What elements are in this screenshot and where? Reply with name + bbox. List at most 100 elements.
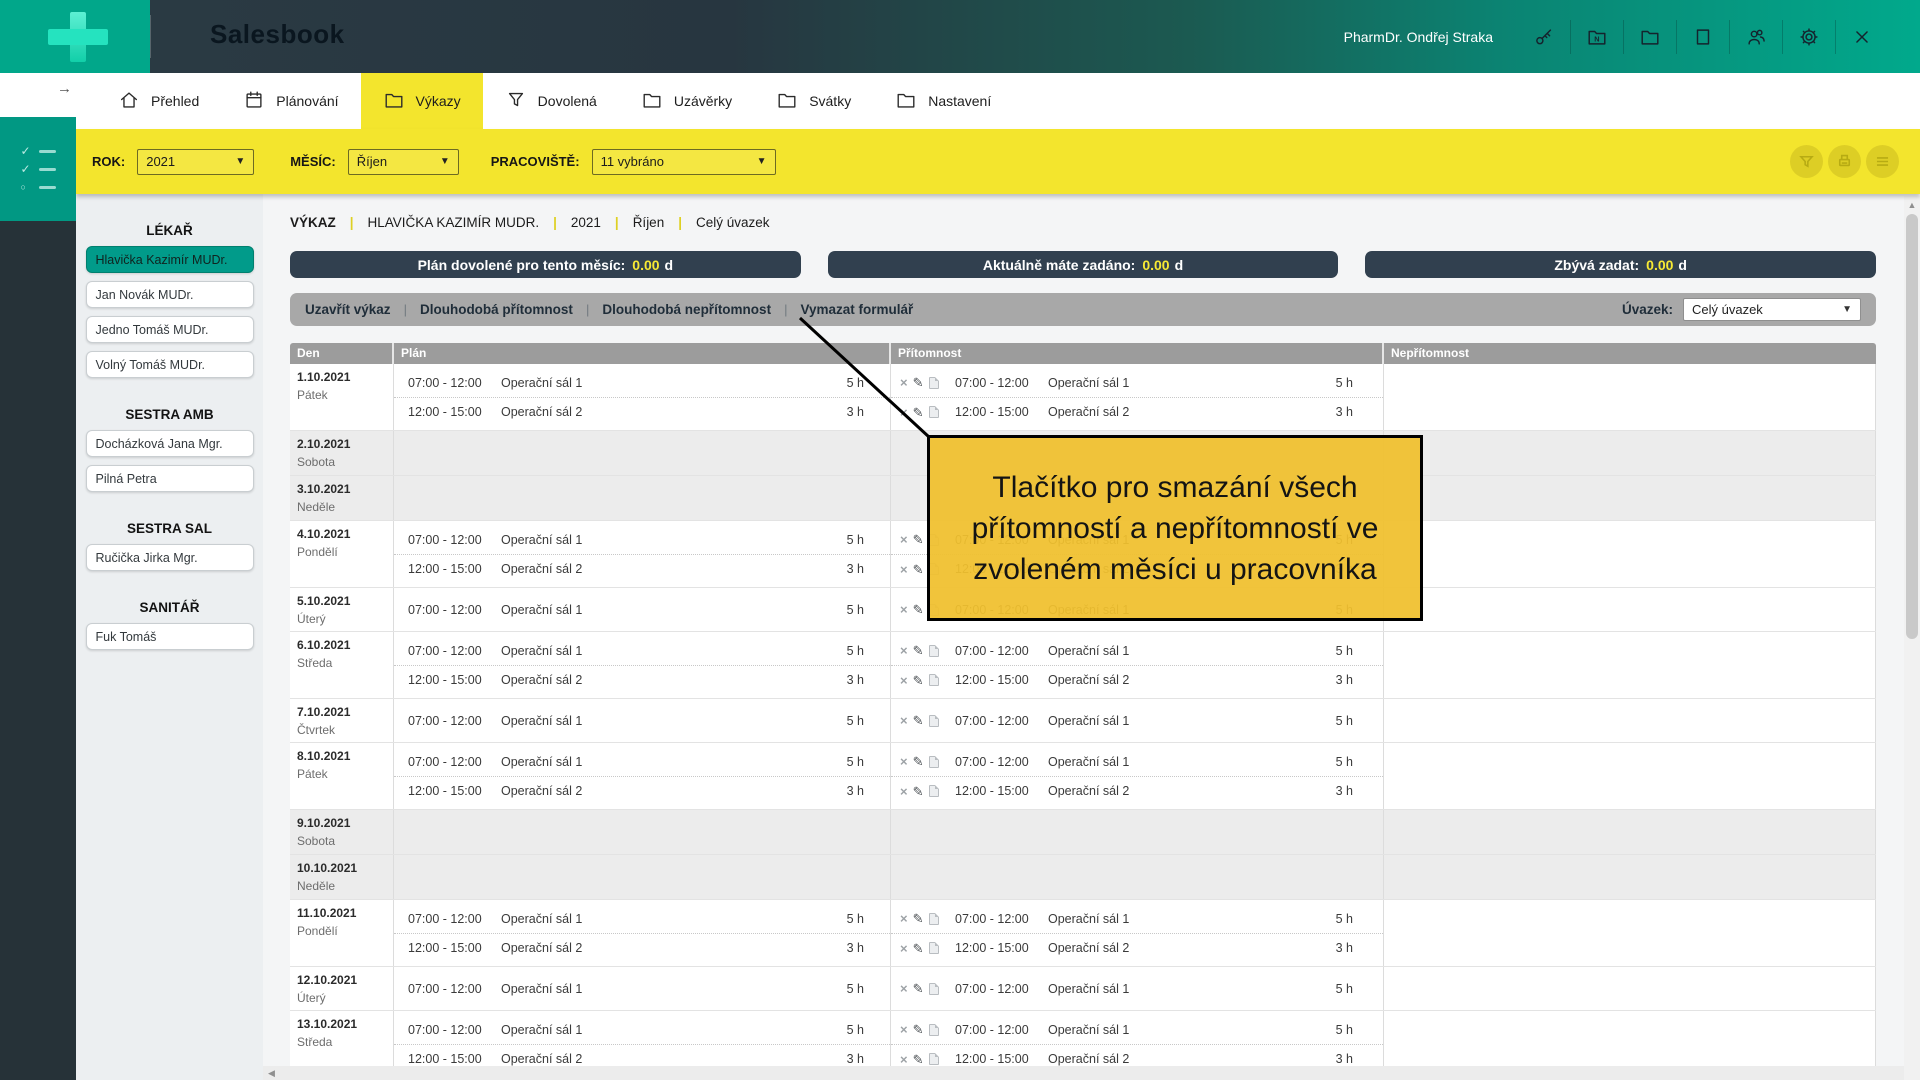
uvazek-select[interactable]: Celý úvazek▼ (1683, 298, 1861, 321)
copy-document-icon[interactable] (929, 1053, 939, 1065)
sidebar-item-staff[interactable]: Pilná Petra (86, 465, 254, 492)
edit-pencil-icon[interactable]: ✎ (913, 785, 924, 798)
sidebar-item-staff[interactable]: Volný Tomáš MUDr. (86, 351, 254, 378)
breadcrumb-separator: | (350, 215, 354, 230)
copy-document-icon[interactable] (929, 756, 939, 768)
row-weekday: Úterý (297, 612, 389, 626)
sidebar-item-staff[interactable]: Hlavička Kazimír MUDr. (86, 246, 254, 273)
checklist-tile[interactable]: ✓ ✓ ○ (0, 117, 76, 221)
toolbar-separator: | (586, 302, 589, 317)
table-header: DenPlánPřítomnostNepřítomnost (290, 343, 1876, 364)
toolbar-button-vymazat-formul-[interactable]: Vymazat formulář (800, 302, 913, 317)
copy-document-icon[interactable] (929, 377, 939, 389)
folder-icon[interactable] (1623, 20, 1676, 54)
vertical-scrollbar[interactable]: ▲ (1904, 196, 1920, 1080)
pracoviste-select[interactable]: 11 vybráno▼ (592, 149, 776, 175)
edit-pencil-icon[interactable]: ✎ (913, 942, 924, 955)
delete-icon[interactable]: × (900, 912, 908, 925)
delete-icon[interactable]: × (900, 942, 908, 955)
sidebar-item-staff[interactable]: Ručička Jirka Mgr. (86, 544, 254, 571)
shift-time: 12:00 - 15:00 (408, 673, 501, 687)
tab-uzávěrky[interactable]: Uzávěrky (619, 73, 754, 129)
copy-document-icon[interactable] (929, 645, 939, 657)
tab-nastavení[interactable]: Nastavení (873, 73, 1013, 129)
toolbar-button-uzav-t-v-kaz[interactable]: Uzavřít výkaz (305, 302, 391, 317)
horizontal-scrollbar[interactable]: ◀ (263, 1066, 1904, 1080)
edit-pencil-icon[interactable]: ✎ (913, 912, 924, 925)
copy-document-icon[interactable] (929, 983, 939, 995)
shift-line: 07:00 - 12:00 Operační sál 1 5 h (394, 1015, 890, 1044)
tab-label: Přehled (151, 93, 199, 109)
scroll-up-icon[interactable]: ▲ (1904, 196, 1920, 210)
scroll-left-icon[interactable]: ◀ (263, 1068, 275, 1079)
close-icon[interactable] (1835, 20, 1888, 54)
delete-icon[interactable]: × (900, 603, 908, 616)
shift-time: 12:00 - 15:00 (408, 405, 501, 419)
delete-icon[interactable]: × (900, 674, 908, 687)
copy-document-icon[interactable] (929, 674, 939, 686)
staff-sidebar: LÉKAŘHlavička Kazimír MUDr.Jan Novák MUD… (76, 194, 263, 1080)
tab-plánování[interactable]: Plánování (221, 73, 360, 129)
shift-hours: 5 h (1307, 982, 1383, 996)
delete-icon[interactable]: × (900, 755, 908, 768)
copy-document-icon[interactable] (929, 1024, 939, 1036)
delete-icon[interactable]: × (900, 982, 908, 995)
menu-icon[interactable] (1866, 145, 1899, 178)
column-header: Plán (394, 343, 891, 364)
table-row: 7.10.2021 Čtvrtek 07:00 - 12:00 Operační… (290, 699, 1876, 743)
delete-icon[interactable]: × (900, 563, 908, 576)
copy-document-icon[interactable] (929, 715, 939, 727)
tab-svátky[interactable]: Svátky (754, 73, 873, 129)
copy-document-icon[interactable] (929, 406, 939, 418)
shift-place: Operační sál 2 (501, 562, 814, 576)
tab-dovolená[interactable]: Dovolená (483, 73, 619, 129)
mesic-select[interactable]: Říjen▼ (348, 149, 459, 175)
row-weekday: Neděle (297, 500, 389, 514)
edit-pencil-icon[interactable]: ✎ (913, 1053, 924, 1066)
edit-pencil-icon[interactable]: ✎ (913, 714, 924, 727)
shift-line: 07:00 - 12:00 Operační sál 1 5 h (394, 636, 890, 665)
vertical-scrollbar-thumb[interactable] (1906, 214, 1918, 639)
delete-icon[interactable]: × (900, 533, 908, 546)
edit-pencil-icon[interactable]: ✎ (913, 406, 924, 419)
tab-výkazy[interactable]: Výkazy (361, 73, 483, 129)
shift-actions: × ✎ (900, 912, 955, 925)
users-icon[interactable] (1729, 20, 1782, 54)
collapse-arrow-icon[interactable]: → (57, 80, 72, 97)
sidebar-item-staff[interactable]: Jan Novák MUDr. (86, 281, 254, 308)
delete-icon[interactable]: × (900, 644, 908, 657)
edit-pencil-icon[interactable]: ✎ (913, 982, 924, 995)
toolbar-button-dlouhodob-p-tomnost[interactable]: Dlouhodobá přítomnost (420, 302, 573, 317)
gear-icon[interactable] (1782, 20, 1835, 54)
edit-pencil-icon[interactable]: ✎ (913, 1023, 924, 1036)
edit-pencil-icon[interactable]: ✎ (913, 755, 924, 768)
delete-icon[interactable]: × (900, 785, 908, 798)
printer-icon[interactable] (1828, 145, 1861, 178)
edit-pencil-icon[interactable]: ✎ (913, 533, 924, 546)
filter-icon[interactable] (1790, 145, 1823, 178)
delete-icon[interactable]: × (900, 1023, 908, 1036)
sidebar-item-staff[interactable]: Jedno Tomáš MUDr. (86, 316, 254, 343)
edit-pencil-icon[interactable]: ✎ (913, 644, 924, 657)
delete-icon[interactable]: × (900, 376, 908, 389)
copy-document-icon[interactable] (929, 785, 939, 797)
delete-icon[interactable]: × (900, 406, 908, 419)
delete-icon[interactable]: × (900, 1053, 908, 1066)
delete-icon[interactable]: × (900, 714, 908, 727)
rok-select[interactable]: 2021▼ (137, 149, 254, 175)
key-icon[interactable] (1517, 20, 1570, 54)
edit-pencil-icon[interactable]: ✎ (913, 603, 924, 616)
sidebar-item-staff[interactable]: Fuk Tomáš (86, 623, 254, 650)
edit-pencil-icon[interactable]: ✎ (913, 563, 924, 576)
copy-document-icon[interactable] (929, 942, 939, 954)
plan-cell (394, 810, 891, 854)
copy-document-icon[interactable] (929, 913, 939, 925)
edit-pencil-icon[interactable]: ✎ (913, 674, 924, 687)
toolbar-button-dlouhodob-nep-tomnost[interactable]: Dlouhodobá nepřítomnost (602, 302, 771, 317)
row-date: 10.10.2021 (297, 861, 389, 875)
window-icon[interactable] (1676, 20, 1729, 54)
sidebar-item-staff[interactable]: Docházková Jana Mgr. (86, 430, 254, 457)
edit-pencil-icon[interactable]: ✎ (913, 376, 924, 389)
folder-note-icon[interactable]: N (1570, 20, 1623, 54)
tab-přehled[interactable]: Přehled (96, 73, 221, 129)
